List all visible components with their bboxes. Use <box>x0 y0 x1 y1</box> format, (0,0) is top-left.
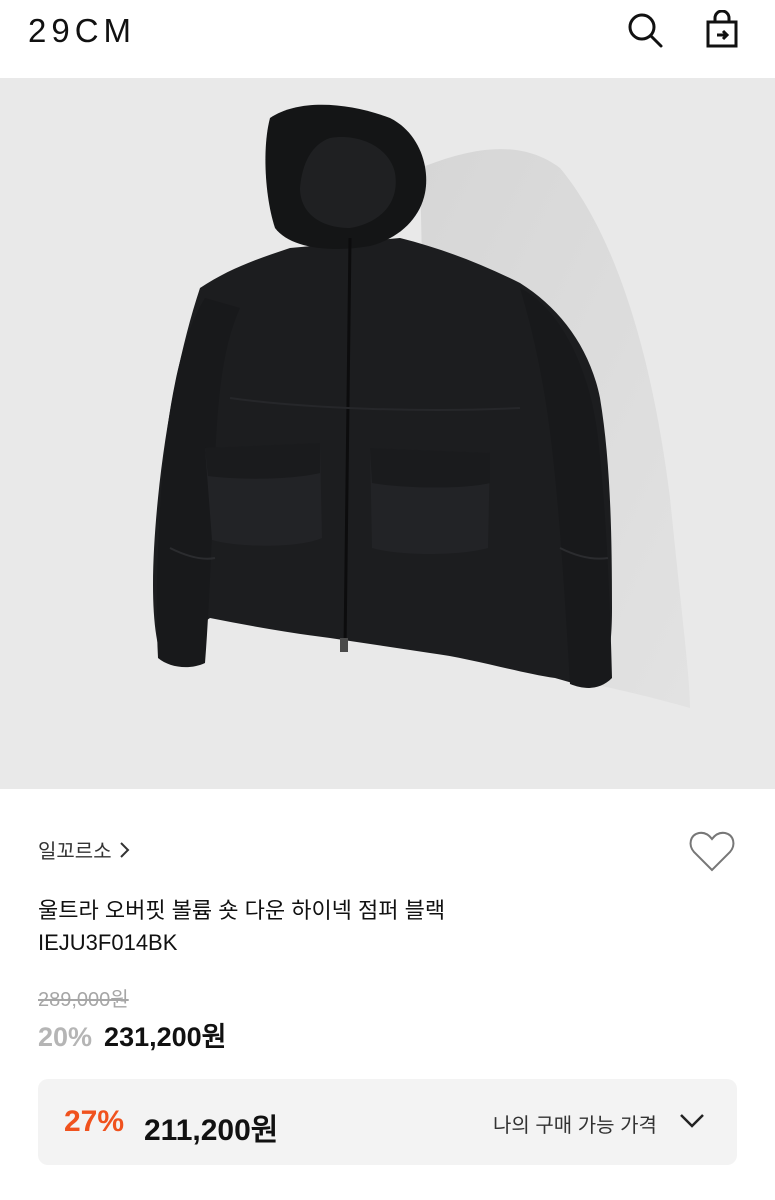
heart-outline-icon <box>689 831 735 872</box>
cart-button[interactable] <box>702 10 742 50</box>
sale-percent: 20% <box>38 1022 93 1052</box>
shopping-bag-icon <box>706 10 738 48</box>
brand-link[interactable]: 일꼬르소 <box>38 835 132 864</box>
sale-price-row: 20% 231,200원 <box>38 1015 227 1054</box>
jacket-image <box>153 104 690 708</box>
my-price-dropdown[interactable]: 27% 211,200원 나의 구매 가능 가격 <box>38 1079 737 1165</box>
best-price-value: 211,200원 <box>144 1114 279 1147</box>
sale-price: 231,200원 <box>104 1022 227 1052</box>
best-price-label: 나의 구매 가능 가격 <box>493 1115 657 1137</box>
like-button[interactable] <box>688 830 736 874</box>
search-button[interactable] <box>625 10 665 50</box>
product-code: IEJU3F014BK <box>38 930 178 955</box>
product-image[interactable] <box>0 78 775 789</box>
product-title: 울트라 오버핏 볼륨 숏 다운 하이넥 점퍼 블랙 <box>38 898 446 923</box>
chevron-right-icon <box>119 841 130 858</box>
chevron-down-icon <box>680 1114 704 1128</box>
original-price: 289,000원 <box>38 989 129 1011</box>
top-header: 29CM <box>0 0 775 78</box>
logo[interactable]: 29CM <box>28 12 136 50</box>
search-icon <box>628 13 663 48</box>
brand-name: 일꼬르소 <box>38 841 112 863</box>
best-discount-percent: 27% <box>64 1105 125 1138</box>
